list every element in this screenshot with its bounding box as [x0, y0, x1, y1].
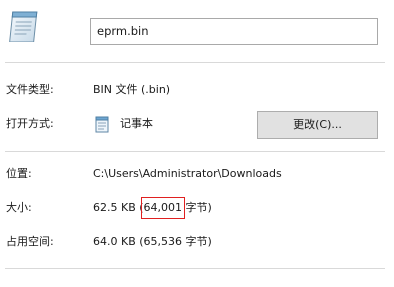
- location-label: 位置:: [6, 167, 32, 180]
- size-value-unit: 字节): [182, 201, 212, 214]
- file-icon: [5, 8, 43, 43]
- size-value: 62.5 KB (64,001 字节): [93, 197, 212, 219]
- change-button[interactable]: 更改(C)...: [257, 111, 378, 139]
- opens-with-app: 记事本: [120, 117, 153, 130]
- size-on-disk-label: 占用空间:: [6, 235, 54, 248]
- size-label: 大小:: [6, 201, 32, 214]
- opens-with-label: 打开方式:: [6, 117, 54, 130]
- size-value-main: 62.5 KB (: [93, 201, 144, 214]
- separator: [5, 62, 385, 63]
- file-type-value: BIN 文件 (.bin): [93, 83, 171, 96]
- separator: [5, 268, 385, 269]
- notepad-icon: [94, 114, 111, 133]
- size-bytes-highlight: 64,001: [140, 197, 186, 219]
- filename-field[interactable]: eprm.bin: [90, 18, 378, 45]
- separator: [5, 151, 385, 152]
- file-type-label: 文件类型:: [6, 83, 54, 96]
- location-value: C:\Users\Administrator\Downloads: [93, 167, 282, 180]
- size-on-disk-value: 64.0 KB (65,536 字节): [93, 235, 212, 248]
